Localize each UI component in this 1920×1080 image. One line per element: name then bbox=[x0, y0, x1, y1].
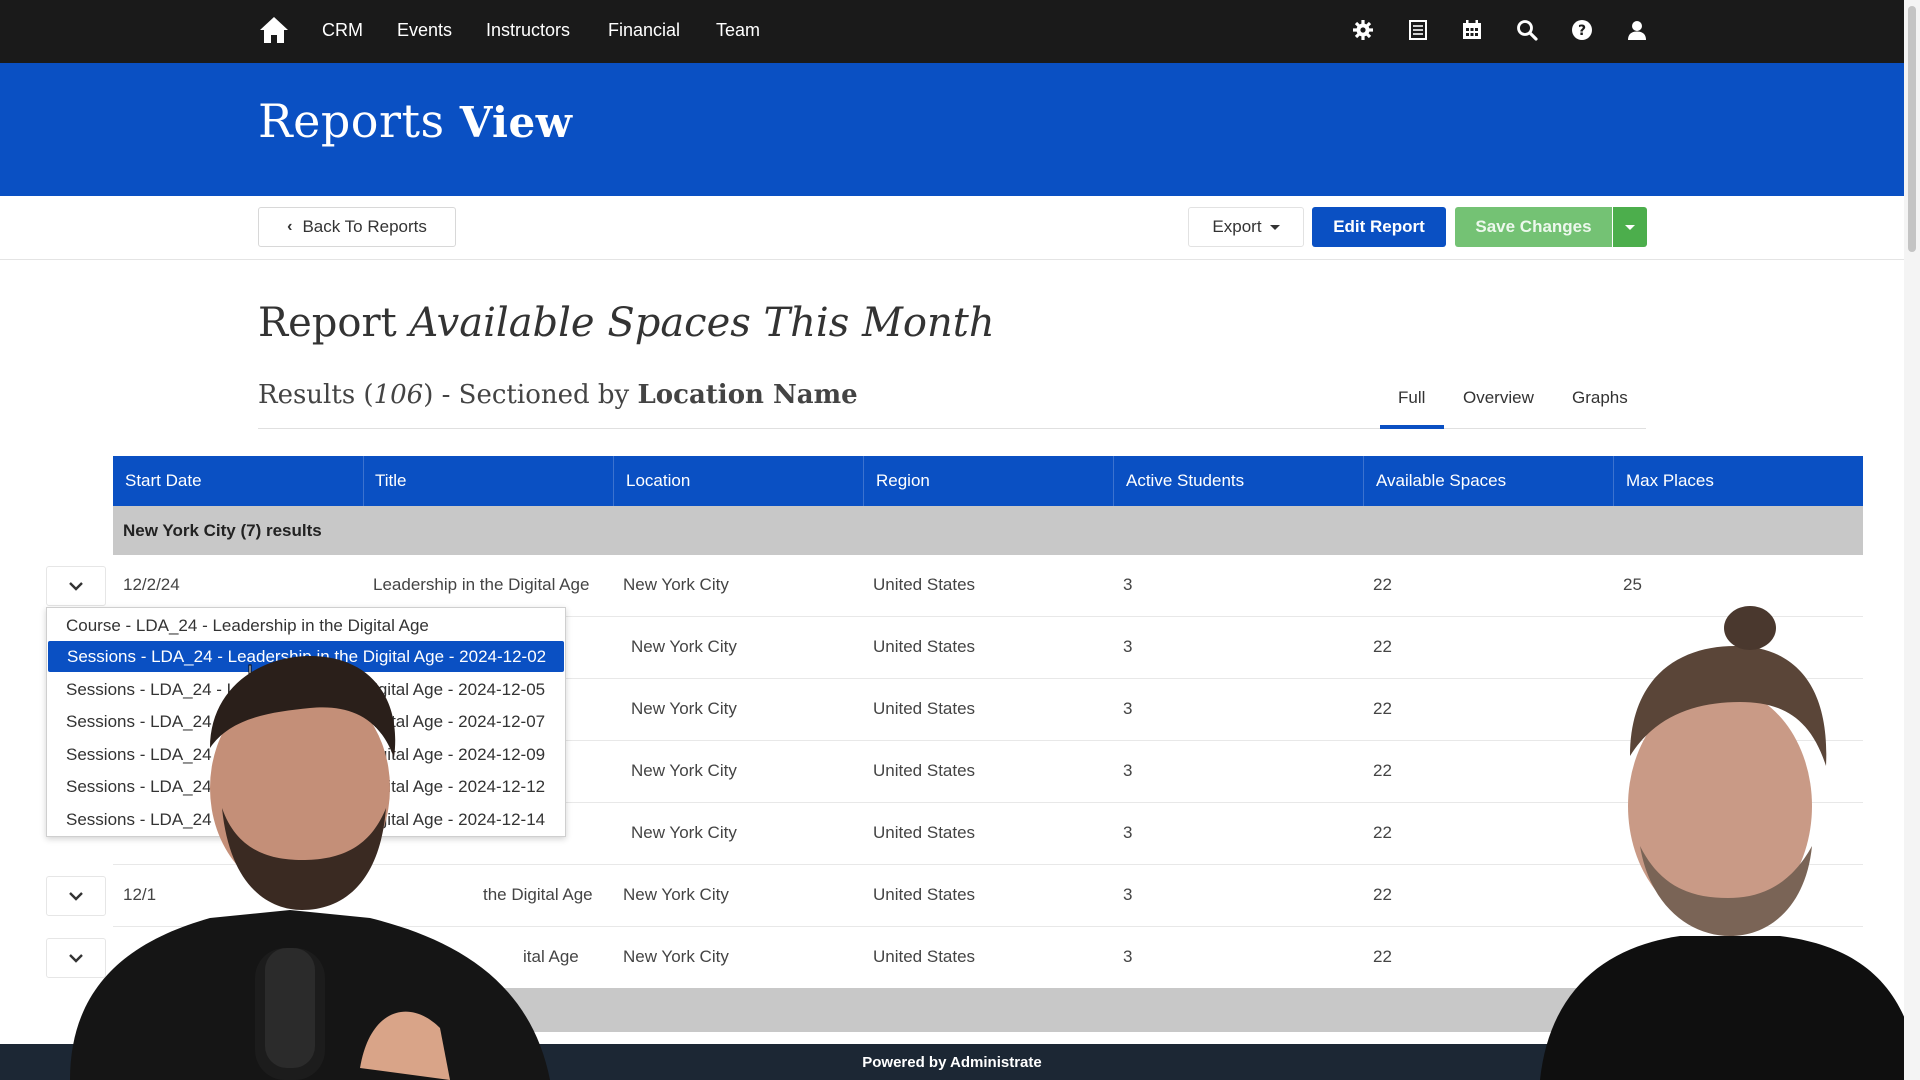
report-toolbar: ‹ Back To Reports Export Edit Report Sav… bbox=[0, 196, 1904, 260]
user-icon[interactable] bbox=[1625, 18, 1649, 42]
column-divider bbox=[863, 456, 864, 506]
export-dropdown-button[interactable]: Export bbox=[1188, 207, 1304, 247]
ledger-icon[interactable] bbox=[1406, 18, 1430, 42]
cell-region: United States bbox=[873, 947, 976, 966]
column-divider bbox=[363, 456, 364, 506]
cell-available-spaces: 22 bbox=[1373, 699, 1392, 718]
save-options-toggle[interactable] bbox=[1613, 207, 1647, 247]
nav-team[interactable]: Team bbox=[716, 20, 760, 41]
column-header-max-places[interactable]: Max Places bbox=[1626, 471, 1714, 491]
column-header-available-spaces[interactable]: Available Spaces bbox=[1376, 471, 1506, 491]
cell-region: United States bbox=[873, 575, 976, 594]
cell-available-spaces: 22 bbox=[1373, 637, 1392, 656]
tab-overview[interactable]: Overview bbox=[1463, 388, 1534, 408]
cell-active-students: 3 bbox=[1123, 947, 1133, 966]
tab-full[interactable]: Full bbox=[1398, 388, 1425, 408]
dropdown-item-course[interactable]: Course - LDA_24 - Leadership in the Digi… bbox=[47, 610, 565, 641]
cell-available-spaces: 22 bbox=[1373, 947, 1392, 966]
cell-active-students: 3 bbox=[1123, 637, 1133, 656]
column-header-active-students[interactable]: Active Students bbox=[1126, 471, 1244, 491]
cell-active-students: 3 bbox=[1123, 699, 1133, 718]
cell-active-students: 3 bbox=[1123, 823, 1133, 842]
cell-active-students: 3 bbox=[1123, 761, 1133, 780]
cell-location: New York City bbox=[623, 885, 729, 904]
column-header-title[interactable]: Title bbox=[375, 471, 407, 491]
column-divider bbox=[1113, 456, 1114, 506]
back-to-reports-button[interactable]: ‹ Back To Reports bbox=[258, 207, 456, 247]
home-icon[interactable] bbox=[258, 14, 290, 46]
tab-graphs[interactable]: Graphs bbox=[1572, 388, 1628, 408]
column-header-location[interactable]: Location bbox=[626, 471, 690, 491]
webcam-presenter-left bbox=[70, 656, 550, 1080]
column-divider bbox=[613, 456, 614, 506]
table-header: Start Date Title Location Region Active … bbox=[113, 456, 1863, 506]
cell-max-places: 25 bbox=[1623, 575, 1642, 594]
cell-location: New York City bbox=[631, 637, 737, 656]
top-navbar: CRM Events Instructors Financial Team ? bbox=[0, 0, 1904, 63]
column-divider bbox=[1613, 456, 1614, 506]
save-changes-button[interactable]: Save Changes bbox=[1455, 207, 1612, 247]
section-header-row: New York City (7) results bbox=[113, 506, 1863, 555]
help-icon[interactable]: ? bbox=[1570, 18, 1594, 42]
cell-title: Leadership in the Digital Age bbox=[373, 575, 590, 594]
cell-start-date: 12/2/24 bbox=[123, 575, 180, 594]
cell-region: United States bbox=[873, 637, 976, 656]
cell-available-spaces: 22 bbox=[1373, 575, 1392, 594]
results-summary: Results (106) - Sectioned by Location Na… bbox=[258, 380, 858, 410]
nav-crm[interactable]: CRM bbox=[322, 20, 363, 41]
chevron-down-icon bbox=[69, 582, 83, 591]
cell-available-spaces: 22 bbox=[1373, 761, 1392, 780]
cell-location: New York City bbox=[623, 947, 729, 966]
column-header-region[interactable]: Region bbox=[876, 471, 930, 491]
page-title: Reports View bbox=[258, 94, 573, 148]
nav-financial[interactable]: Financial bbox=[608, 20, 680, 41]
row-expand-toggle[interactable] bbox=[46, 566, 106, 606]
cell-available-spaces: 22 bbox=[1373, 885, 1392, 904]
svg-text:?: ? bbox=[1578, 23, 1586, 39]
cell-location: New York City bbox=[631, 761, 737, 780]
nav-instructors[interactable]: Instructors bbox=[486, 20, 570, 41]
search-icon[interactable] bbox=[1515, 18, 1539, 42]
gear-icon[interactable] bbox=[1351, 18, 1375, 42]
column-header-start-date[interactable]: Start Date bbox=[125, 471, 202, 491]
calendar-icon[interactable] bbox=[1460, 18, 1484, 42]
column-divider bbox=[1363, 456, 1364, 506]
cell-available-spaces: 22 bbox=[1373, 823, 1392, 842]
section-label: New York City (7) results bbox=[123, 521, 322, 540]
chevron-left-icon: ‹ bbox=[287, 218, 293, 235]
cell-location: New York City bbox=[631, 823, 737, 842]
cell-region: United States bbox=[873, 761, 976, 780]
nav-events[interactable]: Events bbox=[397, 20, 452, 41]
cell-location: New York City bbox=[623, 575, 729, 594]
caret-down-icon bbox=[1269, 224, 1280, 230]
cell-location: New York City bbox=[631, 699, 737, 718]
webcam-presenter-right bbox=[1540, 606, 1920, 1080]
cell-active-students: 3 bbox=[1123, 885, 1133, 904]
caret-down-icon bbox=[1625, 224, 1635, 230]
cell-active-students: 3 bbox=[1123, 575, 1133, 594]
report-title: Report Available Spaces This Month bbox=[258, 300, 995, 346]
cell-region: United States bbox=[873, 885, 976, 904]
page-scrollbar-thumb[interactable] bbox=[1908, 6, 1916, 252]
cell-region: United States bbox=[873, 823, 976, 842]
edit-report-button[interactable]: Edit Report bbox=[1312, 207, 1446, 247]
cell-region: United States bbox=[873, 699, 976, 718]
active-tab-indicator bbox=[1380, 425, 1444, 429]
